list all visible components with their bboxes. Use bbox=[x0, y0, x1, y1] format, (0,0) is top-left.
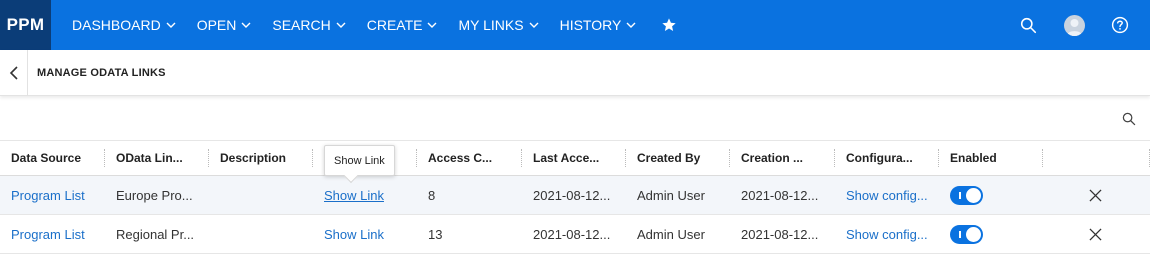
creation-date: 2021-08-12... bbox=[741, 187, 819, 203]
nav-item-search[interactable]: SEARCH bbox=[272, 17, 346, 33]
last-access-date: 2021-08-12... bbox=[533, 187, 611, 203]
column-header-label: Creation ... bbox=[741, 151, 804, 165]
column-header-label: Last Acce... bbox=[533, 151, 600, 165]
created-by-user: Admin User bbox=[637, 187, 705, 203]
nav-item-history[interactable]: HISTORY bbox=[560, 17, 637, 33]
column-header-label: Enabled bbox=[950, 151, 997, 165]
column-header-configuration[interactable]: Configura... bbox=[835, 141, 939, 176]
avatar[interactable] bbox=[1064, 14, 1085, 36]
nav-item-label: DASHBOARD bbox=[72, 17, 161, 33]
close-icon bbox=[1088, 227, 1102, 241]
table-header-row: Data Source OData Lin... Description Acc… bbox=[0, 141, 1150, 176]
nav-item-label: SEARCH bbox=[272, 17, 331, 33]
data-source-link[interactable]: Program List bbox=[11, 188, 85, 203]
column-header-label: OData Lin... bbox=[116, 151, 183, 165]
close-icon bbox=[1088, 188, 1102, 202]
data-source-link[interactable]: Program List bbox=[11, 227, 85, 242]
nav-item-create[interactable]: CREATE bbox=[367, 17, 438, 33]
page-header: MANAGE ODATA LINKS bbox=[0, 49, 1150, 96]
search-icon[interactable] bbox=[1017, 14, 1039, 36]
show-config-link[interactable]: Show config... bbox=[846, 188, 928, 203]
app-logo[interactable]: PPM bbox=[0, 0, 51, 50]
column-header-data-source[interactable]: Data Source bbox=[0, 141, 105, 176]
created-by-user: Admin User bbox=[637, 226, 705, 242]
chevron-down-icon bbox=[529, 22, 539, 28]
tooltip-text: Show Link bbox=[334, 154, 385, 167]
table-search-button[interactable] bbox=[1122, 112, 1136, 131]
column-header-description[interactable]: Description bbox=[209, 141, 313, 176]
delete-button[interactable] bbox=[1085, 185, 1105, 205]
chevron-left-icon bbox=[9, 65, 18, 80]
star-icon[interactable] bbox=[661, 17, 677, 33]
column-header-label: Description bbox=[220, 151, 287, 165]
enabled-toggle[interactable] bbox=[950, 224, 983, 244]
odata-links-table: Data Source OData Lin... Description Acc… bbox=[0, 141, 1150, 254]
chevron-down-icon bbox=[427, 22, 437, 28]
show-link-button[interactable]: Show Link bbox=[324, 227, 384, 242]
back-button[interactable] bbox=[0, 49, 28, 96]
user-icon bbox=[1066, 18, 1083, 36]
nav-item-my-links[interactable]: MY LINKS bbox=[458, 17, 539, 33]
column-header-label: Access C... bbox=[428, 151, 493, 165]
odata-link-name: Regional Pr... bbox=[116, 226, 195, 242]
table-row[interactable]: Program List Europe Pro... Show Link 8 2… bbox=[0, 176, 1150, 215]
table-toolbar bbox=[0, 96, 1150, 141]
creation-date: 2021-08-12... bbox=[741, 226, 819, 242]
nav-item-open[interactable]: OPEN bbox=[197, 17, 252, 33]
column-header-access-count[interactable]: Access C... bbox=[417, 141, 522, 176]
delete-button[interactable] bbox=[1085, 224, 1105, 244]
column-header-actions bbox=[1043, 141, 1150, 176]
column-header-label: Configura... bbox=[846, 151, 913, 165]
top-nav-bar: PPM DASHBOARD OPEN SEARCH CREATE MY LINK… bbox=[0, 0, 1150, 50]
nav-item-dashboard[interactable]: DASHBOARD bbox=[72, 17, 176, 33]
show-config-link[interactable]: Show config... bbox=[846, 227, 928, 242]
column-header-label: Created By bbox=[637, 151, 701, 165]
nav-right-tools bbox=[1017, 0, 1150, 50]
nav-item-label: CREATE bbox=[366, 17, 423, 33]
last-access-date: 2021-08-12... bbox=[533, 226, 611, 242]
column-header-label: Data Source bbox=[11, 151, 82, 165]
show-link-button[interactable]: Show Link bbox=[324, 188, 384, 203]
nav-menu: DASHBOARD OPEN SEARCH CREATE MY LINKS HI… bbox=[72, 0, 677, 50]
column-header-created-by[interactable]: Created By bbox=[626, 141, 730, 176]
column-header-creation[interactable]: Creation ... bbox=[730, 141, 835, 176]
page-title: MANAGE ODATA LINKS bbox=[37, 66, 166, 79]
chevron-down-icon bbox=[336, 22, 346, 28]
nav-item-label: HISTORY bbox=[559, 17, 622, 33]
table-row[interactable]: Program List Regional Pr... Show Link 13… bbox=[0, 215, 1150, 254]
chevron-down-icon bbox=[241, 22, 251, 28]
show-link-tooltip: Show Link bbox=[324, 145, 395, 184]
enabled-toggle[interactable] bbox=[950, 185, 983, 205]
help-icon[interactable] bbox=[1109, 14, 1131, 36]
access-count: 13 bbox=[428, 226, 443, 242]
nav-item-label: MY LINKS bbox=[458, 17, 524, 33]
column-header-odata-link[interactable]: OData Lin... bbox=[105, 141, 209, 176]
chevron-down-icon bbox=[166, 22, 176, 28]
odata-link-name: Europe Pro... bbox=[116, 187, 193, 203]
chevron-down-icon bbox=[626, 22, 636, 28]
column-header-enabled[interactable]: Enabled bbox=[939, 141, 1043, 176]
access-count: 8 bbox=[428, 187, 436, 203]
nav-item-label: OPEN bbox=[196, 17, 237, 33]
search-icon bbox=[1122, 112, 1136, 126]
column-header-last-access[interactable]: Last Acce... bbox=[522, 141, 626, 176]
